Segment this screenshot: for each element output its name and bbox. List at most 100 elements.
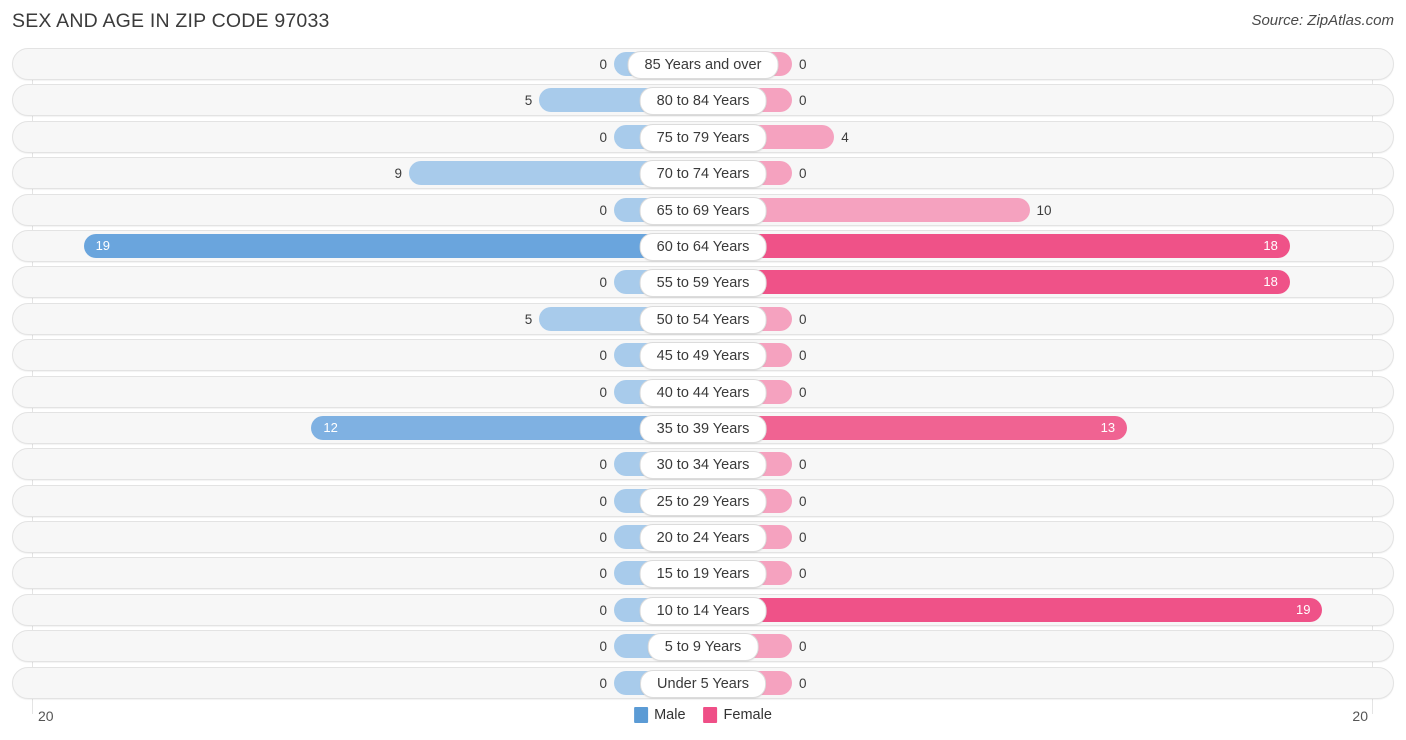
female-value-label: 13: [1100, 419, 1116, 435]
table-row[interactable]: 9 0 70 to 74 Years: [12, 157, 1394, 190]
row-content: 0 0 15 to 19 Years: [13, 558, 1393, 589]
table-row[interactable]: 0 0 85 Years and over: [12, 48, 1394, 80]
female-color-swatch-icon: [703, 707, 718, 723]
male-value-label: 0: [599, 384, 607, 400]
age-group-label[interactable]: 10 to 14 Years: [639, 596, 767, 625]
row-content: 0 0 85 Years and over: [13, 49, 1393, 79]
female-bar[interactable]: 18: [704, 233, 1290, 258]
age-group-label[interactable]: 40 to 44 Years: [639, 378, 767, 407]
age-group-label[interactable]: 15 to 19 Years: [639, 560, 767, 589]
plot-area: 0 0 85 Years and over 5 0 80 to 84 Years 0 4 75 …: [0, 48, 1406, 714]
row-content: 9 0 70 to 74 Years: [13, 158, 1393, 189]
female-value-label: 0: [799, 530, 807, 546]
row-content: 0 0 45 to 49 Years: [13, 340, 1393, 371]
male-value-label: 0: [599, 275, 607, 291]
axis-label-right: 20: [1352, 708, 1368, 724]
table-row[interactable]: 0 0 20 to 24 Years: [12, 521, 1394, 554]
age-group-rows: 0 0 85 Years and over 5 0 80 to 84 Years 0 4 75 …: [0, 48, 1406, 703]
female-value-label: 0: [799, 166, 807, 182]
age-group-label[interactable]: 20 to 24 Years: [639, 524, 767, 553]
table-row[interactable]: 0 0 5 to 9 Years: [12, 630, 1394, 663]
male-value-label: 9: [394, 166, 403, 182]
row-content: 0 0 40 to 44 Years: [13, 377, 1393, 407]
table-row[interactable]: 0 0 25 to 29 Years: [12, 484, 1394, 517]
age-group-label[interactable]: 70 to 74 Years: [639, 160, 767, 189]
male-value-label: 0: [599, 675, 607, 691]
legend-item-male[interactable]: Male: [634, 707, 686, 723]
chart-footer: 20 20 Male Female: [0, 700, 1406, 740]
table-row[interactable]: 0 0 15 to 19 Years: [12, 557, 1394, 590]
male-value-label: 0: [599, 493, 607, 509]
age-group-label[interactable]: 60 to 64 Years: [639, 232, 767, 261]
row-content: 0 0 Under 5 Years: [13, 668, 1393, 698]
age-group-label[interactable]: 5 to 9 Years: [647, 633, 759, 662]
male-value-label: 5: [524, 311, 533, 327]
female-value-label: 0: [799, 639, 807, 655]
male-bar[interactable]: 19: [83, 233, 702, 258]
age-group-label[interactable]: 50 to 54 Years: [639, 305, 767, 334]
male-value-label: 0: [599, 530, 607, 546]
male-value-label: 0: [599, 566, 607, 582]
row-content: 5 0 80 to 84 Years: [13, 85, 1393, 116]
row-content: 5 0 50 to 54 Years: [13, 304, 1393, 334]
male-color-swatch-icon: [634, 707, 649, 723]
table-row[interactable]: 0 0 40 to 44 Years: [12, 375, 1394, 408]
age-group-label[interactable]: 45 to 49 Years: [639, 342, 767, 371]
female-bar[interactable]: 13: [704, 415, 1128, 440]
row-content: 0 19 10 to 14 Years: [13, 595, 1393, 625]
row-content: 0 10 65 to 69 Years: [13, 195, 1393, 225]
table-row[interactable]: 0 10 65 to 69 Years: [12, 193, 1394, 226]
table-row[interactable]: 0 0 Under 5 Years: [12, 666, 1394, 699]
age-group-label[interactable]: 25 to 29 Years: [639, 487, 767, 516]
table-row[interactable]: 5 0 50 to 54 Years: [12, 302, 1394, 335]
row-content: 0 18 55 to 59 Years: [13, 267, 1393, 298]
table-row[interactable]: 12 13 35 to 39 Years: [12, 411, 1394, 444]
table-row[interactable]: 0 18 55 to 59 Years: [12, 266, 1394, 299]
legend-item-female[interactable]: Female: [703, 707, 772, 723]
row-content: 0 0 30 to 34 Years: [13, 449, 1393, 480]
table-row[interactable]: 5 0 80 to 84 Years: [12, 84, 1394, 117]
row-content: 0 0 20 to 24 Years: [13, 522, 1393, 553]
age-group-label[interactable]: 65 to 69 Years: [639, 196, 767, 225]
male-value-label: 12: [323, 419, 338, 435]
male-value-label: 0: [599, 639, 607, 655]
female-value-label: 0: [799, 57, 807, 72]
sex-and-age-chart: SEX AND AGE IN ZIP CODE 97033 Source: Zi…: [0, 0, 1406, 740]
age-group-label[interactable]: 80 to 84 Years: [639, 87, 767, 116]
row-content: 0 0 5 to 9 Years: [13, 631, 1393, 662]
female-value-label: 0: [799, 93, 807, 109]
female-bar[interactable]: 19: [704, 597, 1323, 622]
axis-label-left: 20: [38, 708, 54, 724]
female-value-label: 0: [799, 675, 807, 691]
legend-label-female: Female: [723, 707, 772, 723]
row-content: 0 4 75 to 79 Years: [13, 122, 1393, 152]
table-row[interactable]: 0 19 10 to 14 Years: [12, 593, 1394, 626]
table-row[interactable]: 0 0 45 to 49 Years: [12, 339, 1394, 372]
female-value-label: 0: [799, 384, 807, 400]
table-row[interactable]: 0 0 30 to 34 Years: [12, 448, 1394, 481]
chart-header: SEX AND AGE IN ZIP CODE 97033 Source: Zi…: [0, 0, 1406, 46]
row-content: 12 13 35 to 39 Years: [13, 413, 1393, 443]
female-value-label: 18: [1263, 274, 1278, 290]
table-row[interactable]: 0 4 75 to 79 Years: [12, 120, 1394, 153]
female-bar[interactable]: 18: [704, 270, 1290, 295]
female-value-label: 0: [799, 311, 807, 327]
age-group-label[interactable]: 30 to 34 Years: [639, 451, 767, 480]
female-value-label: 0: [799, 348, 807, 364]
age-group-label[interactable]: 35 to 39 Years: [639, 414, 767, 443]
age-group-label[interactable]: 85 Years and over: [627, 51, 779, 79]
female-value-label: 0: [799, 566, 807, 582]
male-value-label: 19: [95, 237, 111, 253]
female-value-label: 0: [799, 457, 807, 473]
table-row[interactable]: 19 18 60 to 64 Years: [12, 229, 1394, 262]
male-value-label: 5: [524, 93, 533, 109]
age-group-label[interactable]: Under 5 Years: [640, 669, 766, 698]
legend-label-male: Male: [654, 707, 686, 723]
age-group-label[interactable]: 75 to 79 Years: [639, 123, 767, 152]
female-value-label: 0: [799, 493, 807, 509]
male-value-label: 0: [599, 457, 607, 473]
page-title: SEX AND AGE IN ZIP CODE 97033: [12, 10, 330, 32]
age-group-label[interactable]: 55 to 59 Years: [639, 269, 767, 298]
female-value-label: 10: [1036, 202, 1052, 218]
male-value-label: 0: [599, 57, 607, 72]
